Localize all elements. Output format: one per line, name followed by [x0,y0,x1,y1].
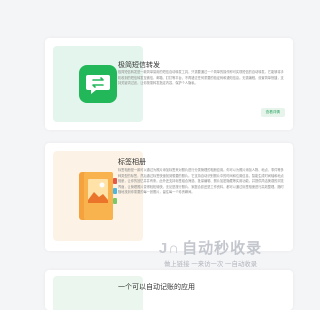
app-title: 标签相册 [118,159,146,166]
photo-album-icon [79,172,117,220]
watermark: J∩ 自动秒收录 做上链接 一来访一次 一自动收录 [128,240,293,268]
app-card-auto-bookkeeping[interactable]: 一个可以自动记账的应用 [45,270,293,310]
watermark-tagline: 做上链接 一来访一次 一自动收录 [163,261,258,268]
app-description: 标签相册是一款可以通过为照片添加标签来对照片进行分类管理的相册应用。你可以为照片… [118,168,284,194]
app-card-sms-forward[interactable]: 极简短信转发 极简短信转发是一款简单易用的短信自动转发工具，只需要通过一个简单的… [45,38,293,130]
watermark-mark-icon: J∩ [158,240,181,257]
app-description: 极简短信转发是一款简单易用的短信自动转发工具，只需要通过一个简单的操作即可实现短… [118,70,284,85]
message-transfer-icon [79,65,117,103]
app-card-tag-album[interactable]: 标签相册 标签相册是一款可以通过为照片添加标签来对照片进行分类管理的相册应用。你… [45,143,293,251]
app-title: 一个可以自动记账的应用 [118,284,195,291]
watermark-logo: J∩ 自动秒收录 [158,240,263,257]
app-title: 极简短信转发 [118,62,160,69]
view-details-button[interactable]: 查看详情 [260,108,285,117]
